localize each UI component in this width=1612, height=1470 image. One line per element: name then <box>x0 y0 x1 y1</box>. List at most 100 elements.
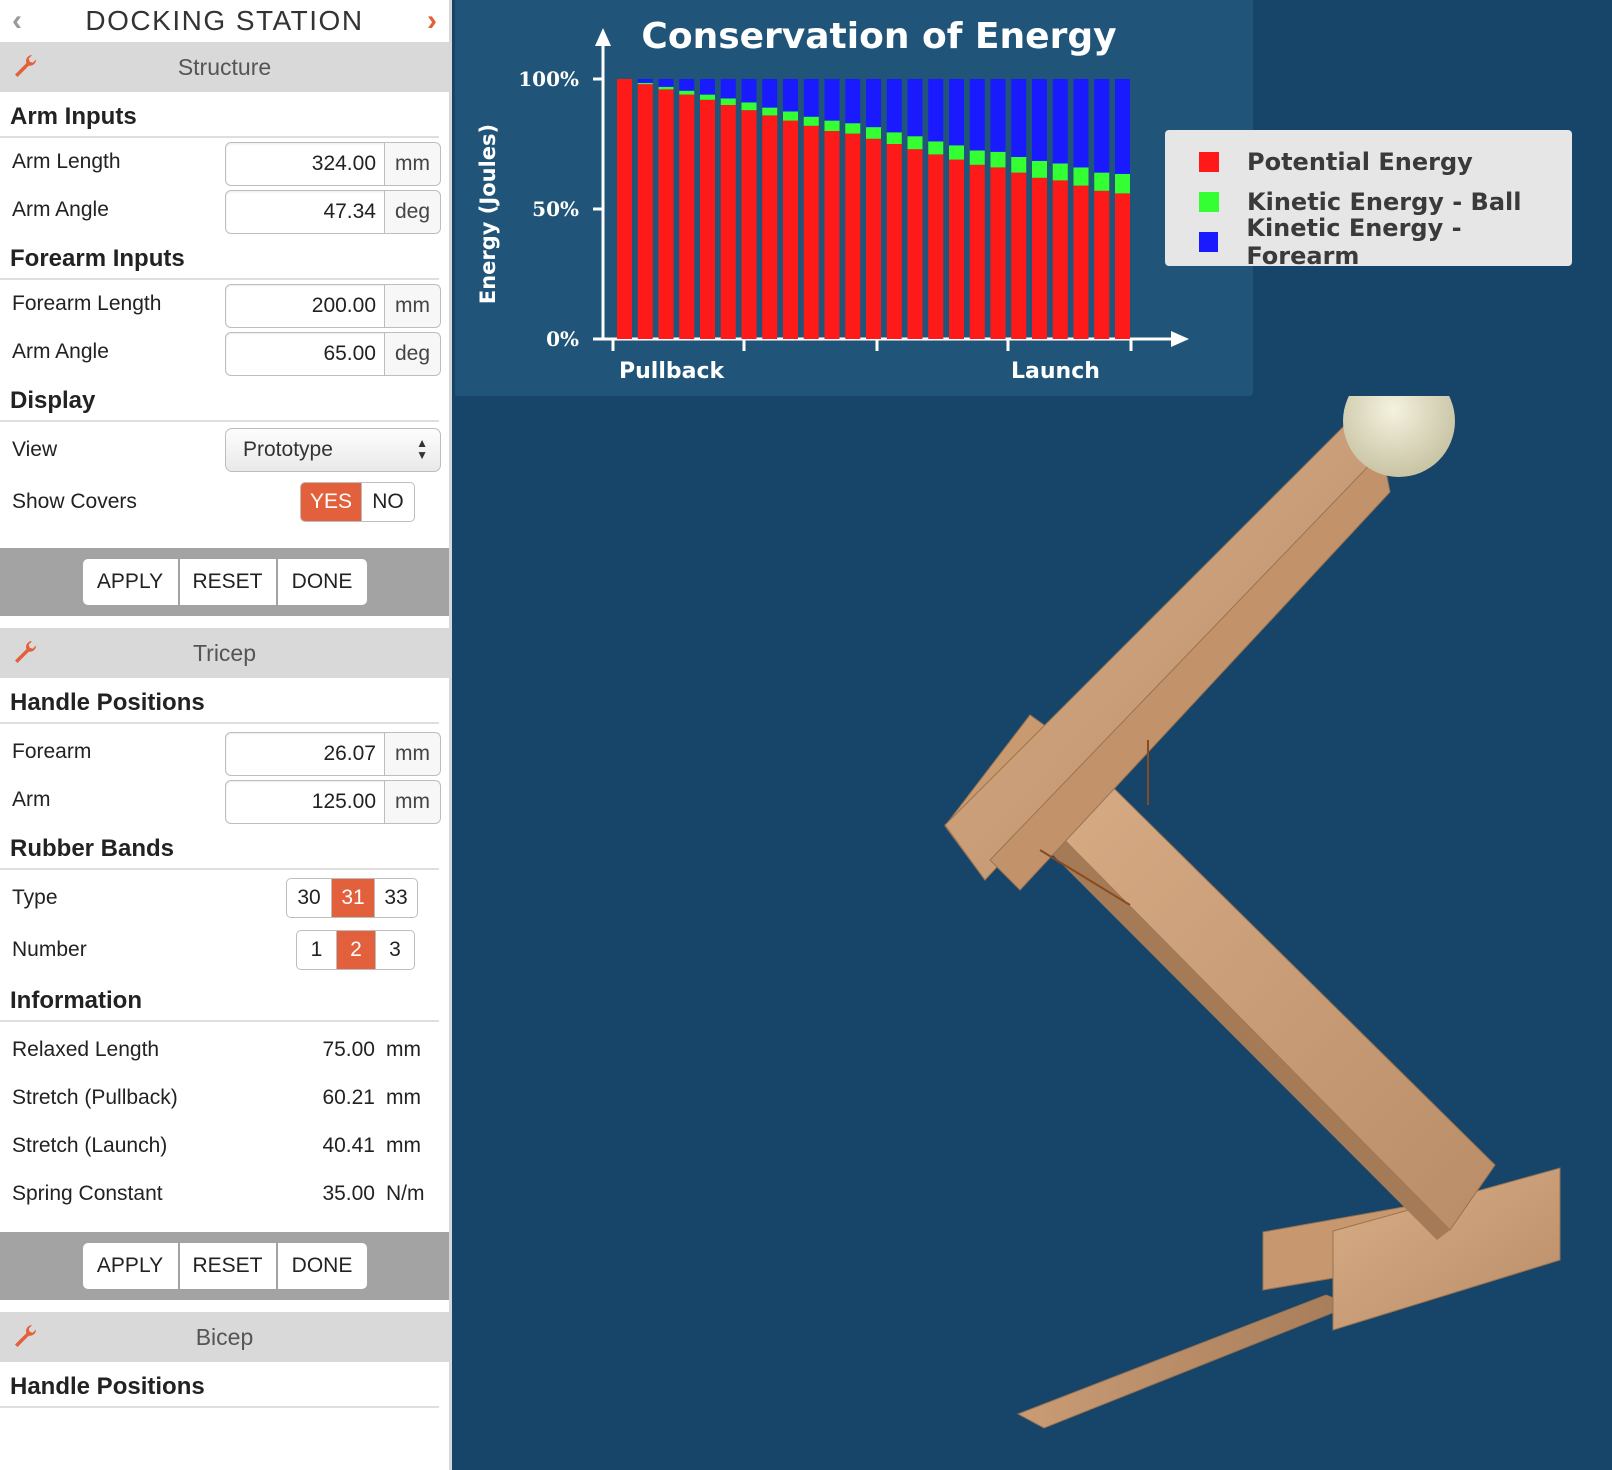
done-button[interactable]: DONE <box>275 559 367 605</box>
number-row: Number 1 2 3 <box>0 922 449 974</box>
panel-topbar: ‹ DOCKING STATION › <box>0 0 449 42</box>
field-unit: mm <box>384 143 440 185</box>
no-option[interactable]: NO <box>361 483 414 521</box>
bar-segment-1 <box>741 110 757 339</box>
reset-button[interactable]: RESET <box>177 559 276 605</box>
number-option[interactable]: 1 <box>297 931 336 969</box>
bar-segment-2 <box>1032 160 1047 178</box>
bar-segment-2 <box>990 151 1006 168</box>
type-option[interactable]: 31 <box>331 879 374 917</box>
field-value[interactable]: 65.00 <box>226 333 384 375</box>
reset-button[interactable]: RESET <box>177 1243 276 1289</box>
bar-segment-1 <box>886 144 902 339</box>
field-label: Forearm Length <box>12 292 162 315</box>
bar-segment-3 <box>1052 79 1068 164</box>
bar-segment-2 <box>886 132 902 144</box>
section-title: Structure <box>177 53 272 80</box>
info-value: 40.41 <box>322 1134 375 1157</box>
info-spring-constant: Spring Constant 35.00 N/m <box>0 1170 449 1218</box>
catapult-3d-viewport[interactable] <box>455 365 1612 1470</box>
number-option[interactable]: 2 <box>336 931 375 969</box>
button-group: APPLY RESET DONE <box>82 559 367 605</box>
section-title: Bicep <box>195 1323 254 1350</box>
panel-title: DOCKING STATION <box>85 5 364 36</box>
field-label: Forearm <box>12 740 92 763</box>
field-unit: deg <box>384 333 440 375</box>
tricep-forearm-field[interactable]: 26.07 mm <box>225 732 441 776</box>
select-value: Prototype <box>243 438 333 461</box>
chevron-left-icon[interactable]: ‹ <box>12 3 22 39</box>
field-unit: mm <box>384 781 440 823</box>
y-axis-label: Energy (Joules) <box>476 124 500 304</box>
tricep-forearm-row: Forearm 26.07 mm <box>0 728 449 776</box>
bar-segment-3 <box>866 79 881 128</box>
bar-segment-3 <box>741 79 757 103</box>
arm-length-field[interactable]: 324.00 mm <box>225 142 441 186</box>
number-option[interactable]: 3 <box>375 931 414 969</box>
forearm-angle-field[interactable]: 65.00 deg <box>225 332 441 376</box>
group-title-information: Information <box>0 976 439 1022</box>
field-label: Type <box>12 886 58 909</box>
field-value[interactable]: 324.00 <box>226 143 384 185</box>
tricep-arm-field[interactable]: 125.00 mm <box>225 780 441 824</box>
type-segmented-control[interactable]: 30 31 33 <box>286 878 418 918</box>
bar-segment-2 <box>845 123 861 134</box>
forearm-length-field[interactable]: 200.00 mm <box>225 284 441 328</box>
section-header-tricep[interactable]: Tricep <box>0 628 449 678</box>
type-option[interactable]: 30 <box>287 879 331 917</box>
group-title-rubber-bands: Rubber Bands <box>0 824 439 870</box>
bar-segment-2 <box>1073 167 1089 186</box>
group-title-handle-positions: Handle Positions <box>0 1362 439 1408</box>
upper-arm-top <box>989 450 1391 891</box>
docking-station-panel: ‹ DOCKING STATION › Structure Arm Inputs… <box>0 0 452 1470</box>
field-label: Arm Angle <box>12 198 109 221</box>
bar-segment-1 <box>907 149 923 339</box>
field-label: Number <box>12 938 87 961</box>
info-unit: N/m <box>386 1182 425 1205</box>
section-header-structure[interactable]: Structure <box>0 42 449 92</box>
bar-segment-2 <box>762 107 778 116</box>
apply-button[interactable]: APPLY <box>82 559 178 605</box>
info-stretch-launch: Stretch (Launch) 40.41 mm <box>0 1122 449 1170</box>
x-tick-label-end: Launch <box>1011 359 1100 384</box>
arm-length-row: Arm Length 324.00 mm <box>0 138 449 186</box>
legend-item: Potential Energy <box>1165 142 1572 182</box>
bar-segment-1 <box>1032 177 1047 339</box>
field-value[interactable]: 200.00 <box>226 285 384 327</box>
bar-segment-1 <box>866 138 881 339</box>
bar-segment-1 <box>1094 190 1110 339</box>
field-value[interactable]: 47.34 <box>226 191 384 233</box>
arm-angle-field[interactable]: 47.34 deg <box>225 190 441 234</box>
bar-segment-2 <box>658 86 674 90</box>
field-unit: mm <box>384 285 440 327</box>
y-tick-label: 100% <box>518 67 579 91</box>
number-segmented-control[interactable]: 1 2 3 <box>296 930 415 970</box>
done-button[interactable]: DONE <box>275 1243 367 1289</box>
chevron-right-icon[interactable]: › <box>427 3 437 39</box>
legend-swatch <box>1199 152 1219 172</box>
type-option[interactable]: 33 <box>374 879 417 917</box>
yes-option[interactable]: YES <box>301 483 361 521</box>
field-value[interactable]: 125.00 <box>226 781 384 823</box>
field-value[interactable]: 26.07 <box>226 733 384 775</box>
bar-segment-3 <box>637 79 653 83</box>
legend-label: Kinetic Energy - Ball <box>1247 188 1522 216</box>
group-title-arm-inputs: Arm Inputs <box>0 92 439 138</box>
energy-chart-panel: 0% 50% 100% Energy (Joules) Pullback Launch C… <box>455 0 1253 396</box>
bar-segment-1 <box>928 154 944 339</box>
info-label: Relaxed Length <box>12 1038 160 1061</box>
catapult-model <box>944 365 1561 1429</box>
arm-angle-row: Arm Angle 47.34 deg <box>0 186 449 234</box>
y-tick-label: 50% <box>532 197 579 221</box>
info-label: Stretch (Pullback) <box>12 1086 178 1109</box>
view-select[interactable]: Prototype ▲ ▼ <box>225 428 441 472</box>
bar-segment-2 <box>907 136 923 150</box>
bar-segment-1 <box>783 120 798 339</box>
bar-segment-2 <box>824 120 840 131</box>
show-covers-toggle[interactable]: YES NO <box>300 482 415 522</box>
bar-segment-2 <box>679 90 695 95</box>
section-header-bicep[interactable]: Bicep <box>0 1312 449 1362</box>
legend-label: Kinetic Energy - Forearm <box>1246 214 1462 270</box>
bar-segment-1 <box>1011 172 1027 339</box>
apply-button[interactable]: APPLY <box>82 1243 178 1289</box>
